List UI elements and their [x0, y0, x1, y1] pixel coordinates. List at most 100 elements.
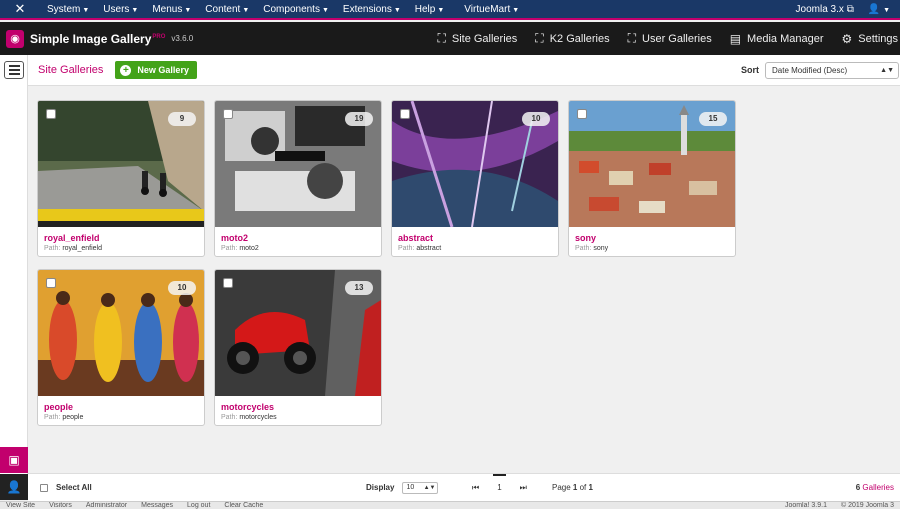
- select-checkbox[interactable]: [46, 278, 56, 288]
- gallery-path: Path: abstract: [398, 245, 442, 252]
- gallery-name[interactable]: motorcycles: [221, 402, 274, 412]
- sort-label: Sort: [741, 65, 759, 75]
- k2-galleries-icon: ⛶: [535, 31, 544, 45]
- gallery-path: Path: people: [44, 414, 84, 421]
- display-limit-select[interactable]: 10 ▲▼: [402, 481, 439, 494]
- gallery-card-motorcycles[interactable]: 13 motorcycles Path: motorcycles: [214, 269, 382, 426]
- user-icon: 👤: [867, 3, 881, 15]
- caret-down-icon: ▼: [184, 6, 192, 14]
- image-count-badge: 13: [345, 281, 373, 295]
- menu-virtuemart[interactable]: VirtueMart ▼: [457, 4, 526, 15]
- image-count-badge: 15: [699, 112, 727, 126]
- menu-users[interactable]: Users ▼: [96, 4, 145, 15]
- media-manager-icon: ▤: [729, 31, 742, 46]
- caret-down-icon: ▼: [82, 6, 90, 14]
- gear-icon: ⚙: [841, 31, 853, 46]
- status-logout[interactable]: Log out: [187, 502, 210, 509]
- plus-icon: +: [120, 64, 132, 76]
- page-title: Site Galleries: [38, 64, 104, 76]
- gallery-name[interactable]: abstract: [398, 233, 433, 243]
- site-galleries-icon: ⛶: [437, 31, 446, 45]
- edition-badge: PRO: [152, 33, 166, 40]
- gallery-name[interactable]: sony: [575, 233, 596, 243]
- menu-extensions[interactable]: Extensions ▼: [336, 4, 408, 15]
- user-menu[interactable]: 👤 ▼: [868, 4, 890, 15]
- status-messages[interactable]: Messages: [141, 502, 173, 509]
- camera-icon: ◉: [6, 29, 24, 48]
- nav-settings[interactable]: ⚙ Settings: [841, 32, 898, 46]
- gallery-name[interactable]: royal_enfield: [44, 233, 100, 243]
- gallery-path: Path: sony: [575, 245, 609, 252]
- gallery-card-sony[interactable]: 15 sony Path: sony: [568, 100, 736, 257]
- nav-k2-galleries[interactable]: ⛶ K2 Galleries: [535, 31, 609, 46]
- gallery-path: Path: royal_enfield: [44, 245, 103, 252]
- caret-down-icon: ▼: [883, 6, 890, 14]
- hamburger-menu-icon[interactable]: [4, 61, 24, 79]
- gallery-path: Path: moto2: [221, 245, 259, 252]
- select-arrows-icon: ▲▼: [423, 484, 436, 491]
- menu-content[interactable]: Content ▼: [198, 4, 256, 15]
- select-checkbox[interactable]: [223, 278, 233, 288]
- select-checkbox[interactable]: [46, 109, 56, 119]
- status-administrator[interactable]: Administrator: [86, 502, 127, 509]
- gallery-card-abstract[interactable]: 10 abstract Path: abstract: [391, 100, 559, 257]
- pagination: ⏮ 1 ⏭: [472, 474, 527, 493]
- page-1-link[interactable]: 1: [493, 474, 507, 492]
- sub-header: Site Galleries + New Gallery Sort Date Mo…: [28, 55, 900, 86]
- status-view-site[interactable]: View Site: [6, 502, 35, 509]
- sidebar-user-icon[interactable]: 👤: [0, 474, 28, 500]
- site-link[interactable]: Joomla 3.x ⧉: [796, 4, 854, 15]
- gallery-card-moto2[interactable]: 19 moto2 Path: moto2: [214, 100, 382, 257]
- nav-site-galleries[interactable]: ⛶ Site Galleries: [437, 31, 517, 46]
- menu-menus[interactable]: Menus ▼: [145, 4, 198, 15]
- display-limit: Display 10 ▲▼: [366, 481, 439, 494]
- menu-system[interactable]: System ▼: [40, 4, 96, 15]
- external-link-icon: ⧉: [846, 3, 854, 15]
- caret-down-icon: ▼: [393, 6, 401, 14]
- select-checkbox[interactable]: [223, 109, 233, 119]
- image-count-badge: 10: [168, 281, 196, 295]
- status-right: Joomla! 3.9.1 © 2019 Joomla 3: [784, 502, 894, 509]
- nav-user-galleries[interactable]: ⛶ User Galleries: [628, 31, 712, 46]
- top-nav-right: Joomla 3.x ⧉ 👤 ▼: [796, 4, 900, 15]
- admin-top-nav: ✕ System ▼ Users ▼ Menus ▼ Content ▼ Compone…: [0, 0, 900, 20]
- app-title: Simple Image GalleryPRO: [30, 31, 166, 46]
- select-checkbox[interactable]: [400, 109, 410, 119]
- last-page-icon[interactable]: ⏭: [520, 483, 527, 493]
- select-all-label[interactable]: Select All: [56, 483, 92, 492]
- select-checkbox[interactable]: [577, 109, 587, 119]
- display-label: Display: [366, 483, 395, 492]
- user-galleries-icon: ⛶: [627, 31, 637, 45]
- new-gallery-button[interactable]: + New Gallery: [115, 61, 197, 79]
- app-version: v3.6.0: [171, 34, 194, 43]
- caret-down-icon: ▼: [131, 6, 139, 14]
- gallery-name[interactable]: people: [44, 402, 73, 412]
- status-visitors[interactable]: Visitors: [49, 502, 72, 509]
- image-count-badge: 19: [345, 112, 373, 126]
- select-arrows-icon: ▲▼: [880, 66, 894, 74]
- first-page-icon[interactable]: ⏮: [472, 483, 479, 493]
- gallery-count: 6 Galleries: [855, 483, 894, 492]
- gallery-card-people[interactable]: 10 people Path: people: [37, 269, 205, 426]
- page-info: Page 1 of 1: [552, 483, 593, 492]
- caret-down-icon: ▼: [321, 6, 329, 14]
- list-footer: Select All Display 10 ▲▼ ⏮ 1 ⏭ Page 1 of …: [28, 473, 900, 501]
- gallery-path: Path: motorcycles: [221, 414, 277, 421]
- caret-down-icon: ▼: [512, 6, 520, 14]
- caret-down-icon: ▼: [437, 6, 445, 14]
- image-count-badge: 10: [522, 112, 550, 126]
- sidebar-galleries-icon[interactable]: ▣: [0, 447, 28, 473]
- app-toolbar: ◉ Simple Image GalleryPRO v3.6.0 ⛶ Site G…: [0, 22, 900, 55]
- admin-menu: System ▼ Users ▼ Menus ▼ Content ▼ Component…: [40, 4, 526, 15]
- select-all-checkbox[interactable]: [40, 483, 48, 492]
- status-clear-cache[interactable]: Clear Cache: [224, 502, 263, 509]
- nav-media-manager[interactable]: ▤ Media Manager: [730, 32, 824, 46]
- menu-help[interactable]: Help ▼: [408, 4, 452, 15]
- image-count-badge: 9: [168, 112, 196, 126]
- gallery-card-royal-enfield[interactable]: 9 royal_enfield Path: royal_enfield: [37, 100, 205, 257]
- gallery-name[interactable]: moto2: [221, 233, 248, 243]
- sort-select[interactable]: Date Modified (Desc) ▲▼: [765, 61, 899, 79]
- menu-components[interactable]: Components ▼: [256, 4, 336, 15]
- joomla-logo-icon[interactable]: ✕: [0, 1, 40, 17]
- caret-down-icon: ▼: [242, 6, 250, 14]
